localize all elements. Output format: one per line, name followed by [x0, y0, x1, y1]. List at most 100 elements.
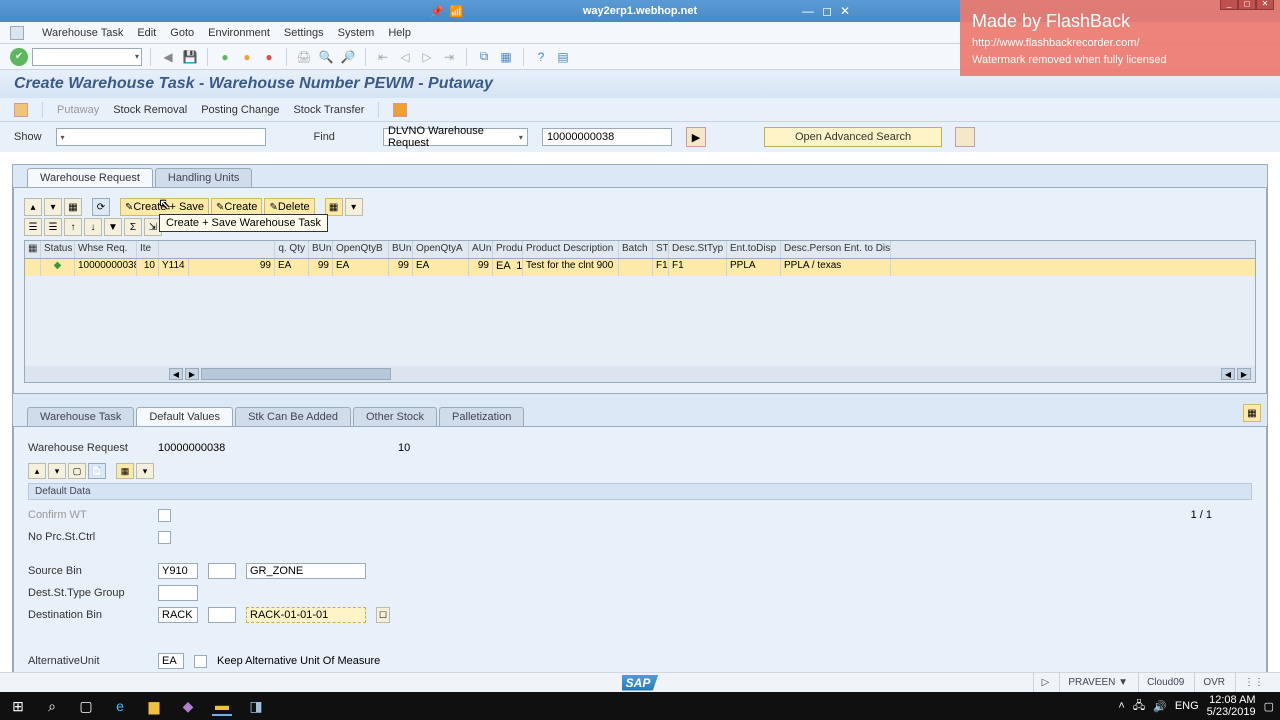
dest-bin-type-input[interactable] — [158, 607, 198, 623]
col-status[interactable]: Status — [41, 241, 75, 258]
command-field[interactable] — [32, 48, 142, 66]
col-prod-desc[interactable]: Product Description — [523, 241, 619, 258]
source-bin-input[interactable] — [246, 563, 366, 579]
app-menu-icon[interactable] — [10, 26, 24, 40]
help-icon[interactable]: ? — [532, 48, 550, 66]
col-produ[interactable]: Produ — [493, 241, 523, 258]
refresh-icon[interactable]: ⟳ — [92, 198, 110, 216]
source-bin-sec-input[interactable] — [208, 563, 236, 579]
expand-icon[interactable]: ▴ — [24, 198, 42, 216]
scroll-thumb[interactable] — [201, 368, 391, 380]
back-green-icon[interactable]: ● — [216, 48, 234, 66]
scroll-right-icon[interactable]: ▶ — [185, 368, 199, 380]
find-value-input[interactable] — [542, 128, 672, 146]
tray-lang[interactable]: ENG — [1175, 700, 1199, 712]
find-type-combo[interactable]: DLVNO Warehouse Request — [383, 128, 528, 146]
tab-stk-can-be-added[interactable]: Stk Can Be Added — [235, 407, 351, 426]
mini-drop-icon[interactable]: ▾ — [136, 463, 154, 479]
mini-blank-icon[interactable]: ▢ — [68, 463, 86, 479]
action-stock-removal[interactable]: Stock Removal — [113, 104, 187, 116]
enter-icon[interactable]: ✔ — [10, 48, 28, 66]
prev-page-icon[interactable]: ◁ — [396, 48, 414, 66]
tray-notification-icon[interactable]: ▢ — [1264, 700, 1274, 713]
next-page-icon[interactable]: ▷ — [418, 48, 436, 66]
menu-settings[interactable]: Settings — [284, 27, 324, 39]
wm-minimize-icon[interactable]: _ — [1220, 0, 1238, 10]
close-button[interactable]: ✕ — [840, 4, 850, 18]
action-flag-icon[interactable] — [393, 103, 407, 117]
dest-bin-sec-input[interactable] — [208, 607, 236, 623]
action-stock-transfer[interactable]: Stock Transfer — [293, 104, 364, 116]
col-bun2[interactable]: BUn — [389, 241, 413, 258]
dest-bin-input[interactable] — [246, 607, 366, 623]
shortcut-icon[interactable]: ▦ — [497, 48, 515, 66]
horizontal-scrollbar[interactable]: ◀ ▶ ◀ ▶ — [25, 366, 1255, 382]
scroll-right-end-icon[interactable]: ▶ — [1237, 368, 1251, 380]
open-advanced-search-button[interactable]: Open Advanced Search — [764, 127, 942, 147]
filter-icon[interactable]: ▼ — [104, 218, 122, 236]
new-session-icon[interactable]: ⧉ — [475, 48, 493, 66]
col-selector[interactable]: ▦ — [25, 241, 41, 258]
table-row[interactable]: ◆ 10000000038 10 Y114 99 EA 99 EA 99 EA … — [25, 259, 1255, 276]
explorer-icon[interactable]: ▆ — [144, 696, 164, 716]
save-icon[interactable]: 💾 — [181, 48, 199, 66]
detail-icon[interactable]: ▦ — [64, 198, 82, 216]
menu-edit[interactable]: Edit — [137, 27, 156, 39]
dropdown-icon[interactable]: ▾ — [345, 198, 363, 216]
action-icon[interactable] — [14, 103, 28, 117]
col-openqtya[interactable]: OpenQtyA — [413, 241, 469, 258]
tab-warehouse-request[interactable]: Warehouse Request — [27, 168, 153, 187]
alt-unit-input[interactable] — [158, 653, 184, 669]
col-st[interactable]: ST — [653, 241, 669, 258]
advanced-search-icon[interactable] — [955, 127, 975, 147]
signal-icon[interactable]: 📶 — [450, 5, 464, 18]
col-desc-person[interactable]: Desc.Person Ent. to Disp — [781, 241, 891, 258]
tray-up-icon[interactable]: ˄ — [1118, 700, 1124, 712]
scroll-left-end-icon[interactable]: ◀ — [1221, 368, 1235, 380]
sort-desc-icon[interactable]: ↓ — [84, 218, 102, 236]
wm-maximize-icon[interactable]: ◻ — [1238, 0, 1256, 10]
no-prc-checkbox[interactable] — [158, 531, 171, 544]
minimize-button[interactable]: — — [802, 4, 814, 18]
ie-icon[interactable]: e — [110, 696, 130, 716]
dest-bin-search-icon[interactable]: ☐ — [376, 607, 390, 623]
deselect-icon[interactable]: ☰ — [44, 218, 62, 236]
source-bin-type-input[interactable] — [158, 563, 198, 579]
layout-toggle-icon[interactable]: ▦ — [1243, 404, 1261, 422]
col-whse-req[interactable]: Whse Req. — [75, 241, 137, 258]
col-ent-to-disp[interactable]: Ent.toDisp — [727, 241, 781, 258]
mini-yellow-icon[interactable]: ▦ — [116, 463, 134, 479]
tray-sound-icon[interactable]: 🔊 — [1153, 700, 1167, 713]
tab-handling-units[interactable]: Handling Units — [155, 168, 253, 187]
back-icon[interactable]: ◀ — [159, 48, 177, 66]
exit-icon[interactable]: ● — [238, 48, 256, 66]
menu-environment[interactable]: Environment — [208, 27, 270, 39]
status-arrow-icon[interactable]: ▷ — [1033, 672, 1058, 692]
taskview-icon[interactable]: ▢ — [76, 696, 96, 716]
print-icon[interactable]: 🖨 — [295, 48, 313, 66]
menu-goto[interactable]: Goto — [170, 27, 194, 39]
pin-icon[interactable]: 📌 — [430, 5, 444, 18]
menu-help[interactable]: Help — [388, 27, 411, 39]
collapse-icon[interactable]: ▾ — [44, 198, 62, 216]
menu-warehouse-task[interactable]: Warehouse Task — [42, 27, 123, 39]
col-product-code[interactable] — [159, 241, 275, 258]
app1-icon[interactable]: ◆ — [178, 696, 198, 716]
show-combo[interactable] — [56, 128, 266, 146]
mini-doc-icon[interactable]: 📄 — [88, 463, 106, 479]
mini-up-icon[interactable]: ▴ — [28, 463, 46, 479]
tab-other-stock[interactable]: Other Stock — [353, 407, 437, 426]
tab-default-values[interactable]: Default Values — [136, 407, 233, 426]
tray-network-icon[interactable]: 🖧 — [1133, 697, 1145, 716]
menu-system[interactable]: System — [338, 27, 375, 39]
col-desc-sttyp[interactable]: Desc.StTyp — [669, 241, 727, 258]
dest-group-input[interactable] — [158, 585, 198, 601]
tray-clock[interactable]: 12:08 AM 5/23/2019 — [1207, 694, 1256, 718]
find-icon[interactable]: 🔍 — [317, 48, 335, 66]
col-aun[interactable]: AUn — [469, 241, 493, 258]
confirm-wt-checkbox[interactable] — [158, 509, 171, 522]
col-bun[interactable]: BUn — [309, 241, 333, 258]
status-user[interactable]: PRAVEEN ▼ — [1059, 672, 1136, 692]
maximize-button[interactable]: ◻ — [822, 4, 832, 18]
mini-down-icon[interactable]: ▾ — [48, 463, 66, 479]
